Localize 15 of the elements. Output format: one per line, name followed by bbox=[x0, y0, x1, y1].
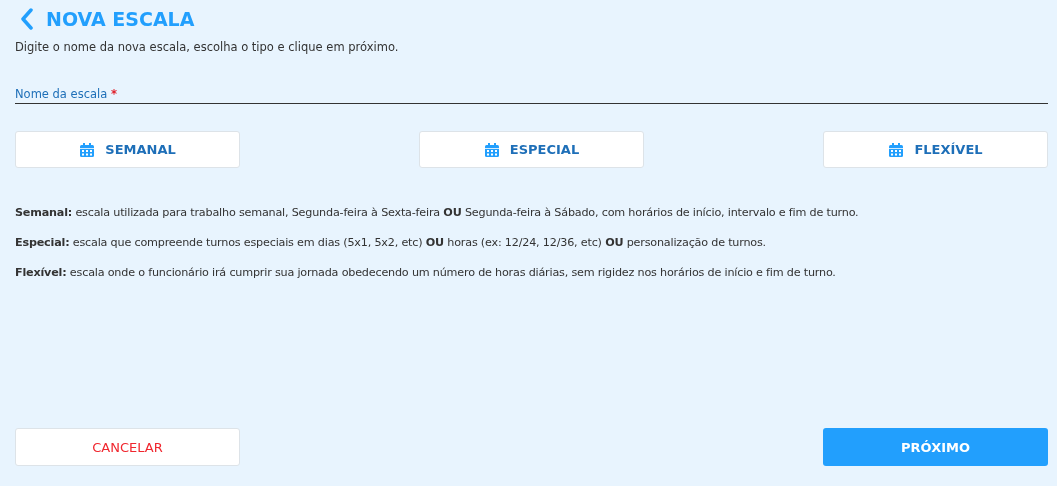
back-icon[interactable] bbox=[20, 8, 34, 30]
next-button[interactable]: PRÓXIMO bbox=[823, 428, 1048, 466]
type-description: Flexível: escala onde o funcionário irá cumprir sua jornada obedecendo um número de horas diárias, sem rigidez nos horários de início e fim de turno. bbox=[15, 266, 837, 279]
type-button[interactable]: FLEXÍVEL bbox=[823, 131, 1048, 168]
type-button[interactable]: ESPECIAL bbox=[419, 131, 644, 168]
type-description: Especial: escala que compreende turnos especiais em dias (5x1, 5x2, etc) OU horas (ex: 12/24, 12/36, etc) OU personalização de turnos. bbox=[15, 236, 767, 249]
instructions: Digite o nome da nova escala, escolha o tipo e clique em próximo. bbox=[15, 40, 400, 54]
calendar-icon bbox=[79, 141, 96, 158]
type-description: Semanal: escala utilizada para trabalho semanal, Segunda-feira à Sexta-feira OU Segunda-feira à Sábado, com horários de início, intervalo e fim de turno. bbox=[15, 206, 860, 219]
cancel-button[interactable]: CANCELAR bbox=[15, 428, 240, 466]
calendar-icon bbox=[888, 141, 905, 158]
type-button[interactable]: SEMANAL bbox=[15, 131, 240, 168]
calendar-icon bbox=[483, 141, 500, 158]
name-input-field[interactable]: Nome da escala * bbox=[15, 87, 1048, 104]
page-title: NOVA ESCALA bbox=[46, 8, 195, 30]
